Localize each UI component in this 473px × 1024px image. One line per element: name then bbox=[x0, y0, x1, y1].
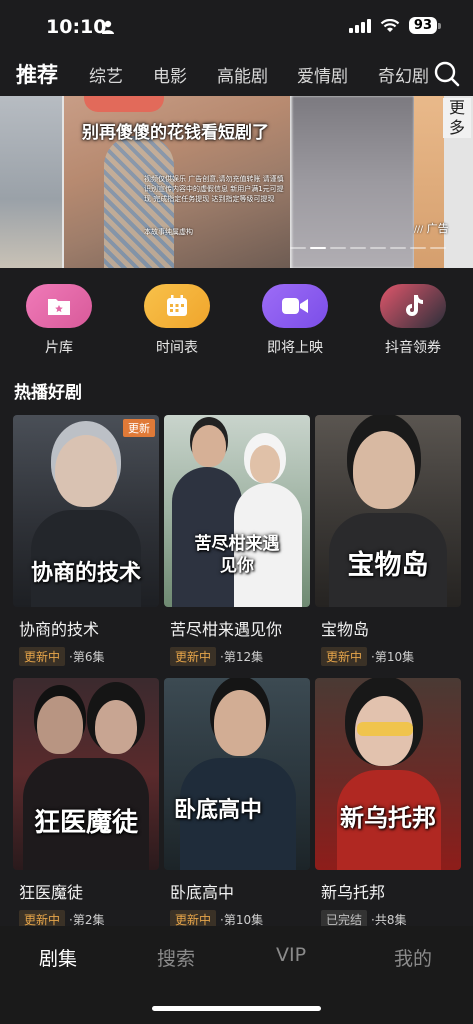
calendar-icon bbox=[144, 284, 210, 328]
banner-disclaimer: 视频仅供娱乐 广告创意,请勿充值转账 请谨慎识别宣传内容中的虚假信息 新用户满1… bbox=[144, 175, 284, 203]
tab-mine[interactable]: 我的 bbox=[394, 944, 432, 971]
banner-carousel[interactable]: 别再傻傻的花钱看短剧了 视频仅供娱乐 广告创意,请勿充值转账 请谨慎识别宣传内容… bbox=[0, 96, 473, 268]
drama-poster[interactable]: 卧底高中 bbox=[164, 678, 310, 870]
drama-title: 宝物岛 bbox=[321, 620, 370, 639]
drama-title: 协商的技术 bbox=[19, 620, 100, 639]
carousel-indicator bbox=[290, 247, 446, 249]
drama-poster[interactable]: 苦尽柑来遇见你 bbox=[164, 415, 310, 607]
sunglasses bbox=[357, 722, 413, 736]
drama-card[interactable]: 协商的技术 更新 协商的技术 更新中 ·第6集 bbox=[13, 415, 159, 666]
search-icon bbox=[434, 61, 460, 87]
drama-card[interactable]: 狂医魔徒 狂医魔徒 更新中 ·第2集 bbox=[13, 678, 159, 929]
tab-movie[interactable]: 电影 bbox=[153, 62, 187, 87]
status-badge: 更新中 bbox=[170, 647, 217, 666]
quick-schedule[interactable]: 时间表 bbox=[131, 284, 223, 357]
banner-fiction-note: 本故事纯属虚构 bbox=[144, 228, 193, 236]
status-bar: 10:10 93 bbox=[0, 0, 473, 52]
ad-mark-icon: /// bbox=[414, 225, 424, 235]
ad-label-text: 广告 bbox=[426, 222, 449, 235]
drama-poster[interactable]: 新乌托邦 bbox=[315, 678, 461, 870]
drama-card[interactable]: 新乌托邦 新乌托邦 已完结 ·共8集 bbox=[315, 678, 461, 929]
car-illustration bbox=[84, 96, 164, 112]
quick-actions: 片库 时间表 即将上映 抖音领券 bbox=[0, 284, 473, 364]
tab-dramas[interactable]: 剧集 bbox=[39, 944, 77, 971]
poster-title: 狂医魔徒 bbox=[33, 808, 138, 838]
status-time: 10:10 bbox=[46, 16, 107, 38]
drama-poster[interactable]: 宝物岛 bbox=[315, 415, 461, 607]
drama-title: 苦尽柑来遇见你 bbox=[170, 620, 283, 639]
wifi-icon bbox=[380, 18, 400, 32]
update-badge: 更新 bbox=[123, 419, 155, 437]
drama-card[interactable]: 苦尽柑来遇见你 苦尽柑来遇见你 更新中 ·第12集 bbox=[164, 415, 310, 666]
tiktok-icon bbox=[380, 284, 446, 328]
video-camera-icon bbox=[262, 284, 328, 328]
poster-title: 卧底高中 bbox=[174, 798, 263, 823]
drama-title: 卧底高中 bbox=[170, 883, 235, 902]
quick-library-label: 片库 bbox=[45, 340, 73, 356]
person-icon bbox=[102, 20, 114, 34]
tab-fantasy[interactable]: 奇幻剧 bbox=[378, 62, 429, 87]
banner-prev-slide bbox=[0, 96, 62, 268]
folder-icon bbox=[26, 284, 92, 328]
drama-meta: 更新中 ·第6集 bbox=[13, 647, 159, 666]
banner-next-slide bbox=[292, 96, 414, 268]
drama-poster[interactable]: 协商的技术 更新 bbox=[13, 415, 159, 607]
tab-romance[interactable]: 爱情剧 bbox=[297, 62, 348, 87]
tab-vip[interactable]: VIP bbox=[276, 944, 306, 966]
quick-upcoming-label: 即将上映 bbox=[267, 340, 323, 356]
tab-search[interactable]: 搜索 bbox=[157, 944, 195, 971]
episode-count: ·第6集 bbox=[69, 650, 105, 664]
poster-title: 苦尽柑来遇见你 bbox=[194, 534, 280, 576]
banner-slide-ad[interactable]: 别再傻傻的花钱看短剧了 视频仅供娱乐 广告创意,请勿充值转账 请谨慎识别宣传内容… bbox=[64, 96, 290, 268]
quick-douyin-label: 抖音领券 bbox=[385, 340, 441, 356]
drama-card[interactable]: 卧底高中 卧底高中 更新中 ·第10集 bbox=[164, 678, 310, 929]
battery-indicator: 93 bbox=[408, 17, 442, 34]
top-category-nav: 推荐 综艺 电影 高能剧 爱情剧 奇幻剧 bbox=[0, 54, 473, 94]
more-categories-button[interactable]: 更多 bbox=[443, 98, 471, 138]
episode-count: ·第12集 bbox=[220, 650, 264, 664]
signal-icon bbox=[348, 18, 371, 33]
tab-recommend[interactable]: 推荐 bbox=[16, 59, 58, 89]
status-badge: 更新中 bbox=[19, 647, 66, 666]
tab-thriller[interactable]: 高能剧 bbox=[217, 62, 268, 87]
poster-title: 协商的技术 bbox=[30, 561, 141, 586]
banner-headline: 别再傻傻的花钱看短剧了 bbox=[82, 123, 269, 143]
home-indicator bbox=[152, 1006, 321, 1011]
search-button[interactable] bbox=[431, 58, 463, 90]
ad-label: /// 广告 bbox=[414, 220, 449, 236]
quick-schedule-label: 时间表 bbox=[156, 340, 198, 356]
drama-meta: 更新中 ·第12集 bbox=[164, 647, 310, 666]
quick-douyin-coupon[interactable]: 抖音领券 bbox=[367, 284, 459, 357]
tab-variety[interactable]: 综艺 bbox=[89, 62, 123, 87]
drama-card[interactable]: 宝物岛 宝物岛 更新中 ·第10集 bbox=[315, 415, 461, 666]
drama-title: 新乌托邦 bbox=[321, 883, 386, 902]
quick-library[interactable]: 片库 bbox=[13, 284, 105, 357]
poster-title: 宝物岛 bbox=[347, 550, 429, 581]
section-title-hot-dramas: 热播好剧 bbox=[14, 383, 82, 403]
drama-meta: 更新中 ·第10集 bbox=[315, 647, 461, 666]
quick-upcoming[interactable]: 即将上映 bbox=[249, 284, 341, 357]
drama-poster[interactable]: 狂医魔徒 bbox=[13, 678, 159, 870]
drama-title: 狂医魔徒 bbox=[19, 883, 84, 902]
banner-edge-slide bbox=[414, 96, 444, 268]
poster-title: 新乌托邦 bbox=[340, 804, 436, 832]
episode-count: ·第10集 bbox=[371, 650, 415, 664]
status-badge: 更新中 bbox=[321, 647, 368, 666]
